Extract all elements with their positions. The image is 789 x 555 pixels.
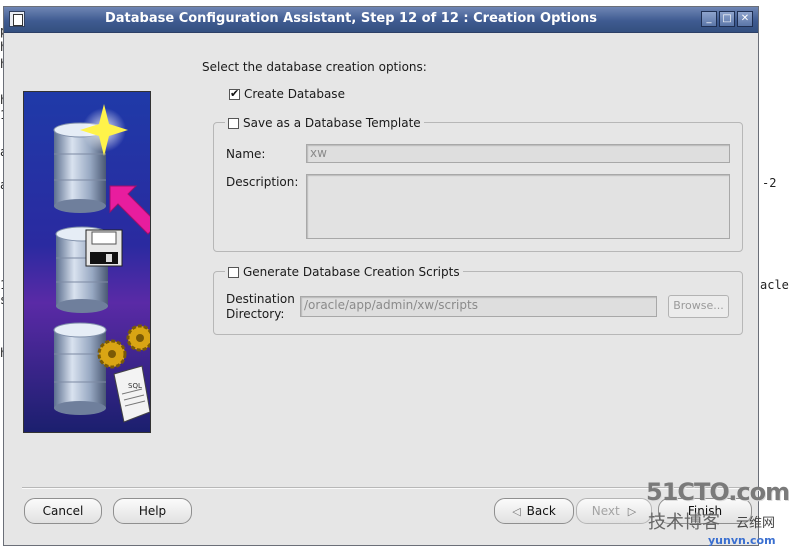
destination-directory-input[interactable]: /oracle/app/admin/xw/scripts: [300, 296, 657, 317]
watermark-blog: 技术博客: [648, 512, 720, 533]
window-menu-icon[interactable]: [9, 11, 25, 27]
save-template-checkbox[interactable]: [228, 118, 239, 129]
watermark-yunvn: yunvn.com: [708, 534, 776, 547]
template-name-input[interactable]: xw: [306, 144, 730, 163]
generate-scripts-label: Generate Database Creation Scripts: [243, 265, 460, 279]
next-button[interactable]: Next ▷: [576, 498, 652, 524]
watermark-51cto: 51CTO.com: [646, 478, 789, 506]
minimize-button[interactable]: _: [701, 11, 717, 27]
svg-text:SQL: SQL: [128, 382, 142, 390]
wizard-illustration: SQL: [23, 91, 151, 433]
instruction-text: Select the database creation options:: [202, 60, 427, 74]
window-title: Database Configuration Assistant, Step 1…: [104, 11, 598, 26]
template-description-input[interactable]: [306, 174, 730, 239]
create-database-label: Create Database: [244, 87, 345, 101]
terminal-text: -2: [762, 176, 777, 190]
back-button-label: Back: [526, 504, 556, 518]
chevron-left-icon: ◁: [512, 505, 521, 518]
dbca-dialog: Database Configuration Assistant, Step 1…: [3, 6, 759, 546]
footer-separator: [22, 487, 750, 489]
help-button[interactable]: Help: [113, 498, 192, 524]
browse-button[interactable]: Browse...: [668, 295, 729, 318]
create-database-option[interactable]: Create Database: [229, 87, 345, 101]
save-template-option[interactable]: Save as a Database Template: [225, 116, 424, 130]
close-button[interactable]: ✕: [737, 11, 753, 27]
database-scripts-icon: SQL: [53, 322, 150, 423]
generate-scripts-checkbox[interactable]: [228, 267, 239, 278]
cancel-button[interactable]: Cancel: [24, 498, 102, 524]
template-description-label: Description:: [226, 175, 299, 189]
watermark-yunweiwang: 云维网: [736, 516, 776, 531]
next-button-label: Next: [591, 504, 620, 518]
title-bar[interactable]: Database Configuration Assistant, Step 1…: [4, 7, 758, 33]
destination-label: Destination: [226, 292, 295, 306]
maximize-button[interactable]: □: [719, 11, 735, 27]
generate-scripts-option[interactable]: Generate Database Creation Scripts: [225, 265, 463, 279]
terminal-text: acle: [760, 278, 789, 292]
create-database-checkbox[interactable]: [229, 87, 240, 100]
back-button[interactable]: ◁ Back: [494, 498, 574, 524]
template-name-label: Name:: [226, 147, 266, 161]
directory-label: Directory:: [226, 307, 285, 321]
chevron-right-icon: ▷: [627, 505, 637, 518]
save-template-label: Save as a Database Template: [243, 116, 421, 130]
